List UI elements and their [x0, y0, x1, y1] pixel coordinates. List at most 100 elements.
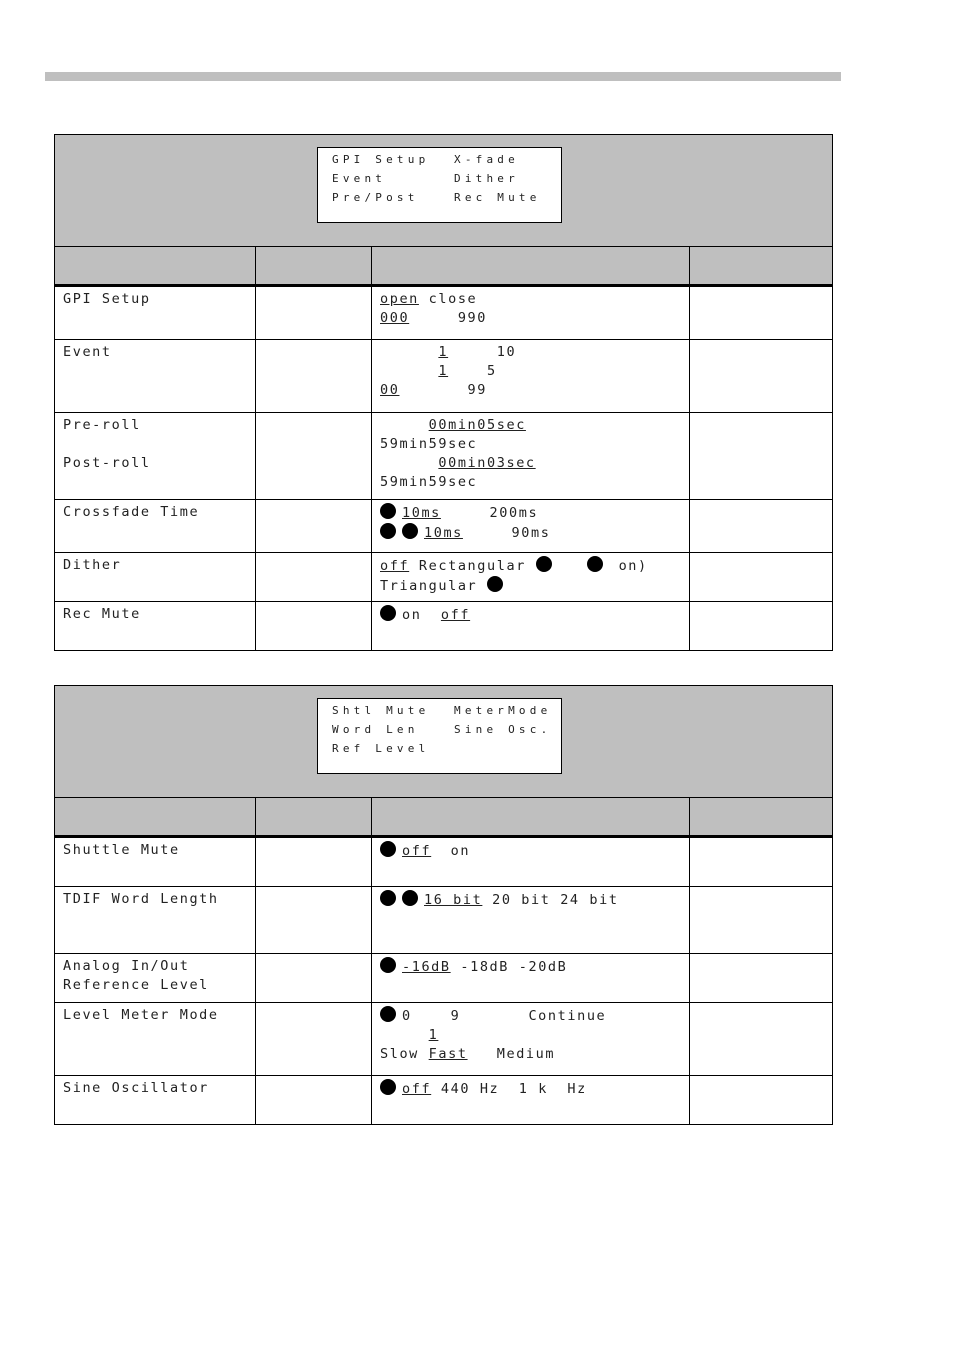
parameter-values: open close 000 990	[372, 287, 690, 339]
default-value: 1	[438, 344, 449, 360]
empty-cell	[256, 602, 372, 650]
value-line: 16 bit 20 bit 24 bit	[380, 890, 681, 910]
bullet-icon	[380, 503, 396, 519]
option-value: 440 Hz 1 k Hz	[431, 1081, 587, 1097]
default-value: off	[402, 1081, 432, 1097]
empty-cell	[256, 340, 372, 412]
parameter-name: Rec Mute	[55, 602, 256, 650]
value-line: 10ms 200ms	[380, 503, 681, 523]
lcd-menu-item: Rec Mute	[454, 191, 541, 204]
parameter-values: off Rectangular on) Triangular	[372, 553, 690, 601]
value-line: open close	[380, 290, 681, 309]
default-value: 10ms	[402, 505, 441, 521]
value-line: 00min05sec	[380, 416, 681, 435]
option-value	[380, 455, 438, 471]
table-row: Rec Mute on off	[55, 601, 832, 650]
default-value: 00min05sec	[428, 417, 526, 433]
lcd-menu-item: Event	[332, 172, 387, 185]
empty-cell	[690, 838, 830, 886]
lcd-menu-item: Dither	[454, 172, 519, 185]
lcd-line: Pre/Post Rec Mute	[332, 188, 561, 207]
value-line: 000 990	[380, 309, 681, 328]
table-row: Crossfade Time 10ms 200ms 10ms 90ms	[55, 499, 832, 552]
parameter-values: 00min05sec 59min59sec 00min03sec 59min59se…	[372, 413, 690, 499]
empty-cell	[256, 287, 372, 339]
value-line: 10ms 90ms	[380, 523, 681, 543]
parameter-name: Crossfade Time	[55, 500, 256, 552]
empty-cell	[256, 887, 372, 953]
option-value: 5	[448, 363, 497, 379]
panel-header: GPI Setup X-fade Event Dither Pre/Post Rec Mu…	[55, 135, 832, 247]
table-body: GPI Setup open close 000 990 Event 1 10 1 5…	[55, 287, 832, 650]
value-line: Slow Fast Medium	[380, 1045, 681, 1064]
option-value: on)	[608, 558, 648, 574]
lcd-menu-item: MeterMode	[454, 704, 552, 717]
parameter-name: Level Meter Mode	[55, 1003, 256, 1075]
settings-table-2: Shtl Mute MeterMode Word Len Sine Osc. Ref L…	[54, 685, 833, 1125]
parameter-name: Pre-roll Post-roll	[55, 413, 256, 499]
default-value: 1	[428, 1027, 439, 1043]
lcd-menu-item: Word Len	[332, 723, 419, 736]
table-row: Level Meter Mode 0 9 Continue 1 Slow Fast …	[55, 1002, 832, 1075]
value-line: 00min03sec	[380, 454, 681, 473]
settings-table-1: GPI Setup X-fade Event Dither Pre/Post Rec Mu…	[54, 134, 833, 651]
default-value: 16 bit	[424, 892, 483, 908]
bullet-icon	[380, 1006, 396, 1022]
value-line: 1 5	[380, 362, 681, 381]
lcd-menu-item: GPI Setup	[332, 153, 430, 166]
default-value: off	[402, 843, 432, 859]
parameter-name: Event	[55, 340, 256, 412]
option-value	[380, 417, 429, 433]
table-row: Dither off Rectangular on) Triangular	[55, 552, 832, 601]
parameter-values: 16 bit 20 bit 24 bit	[372, 887, 690, 953]
value-line: off on	[380, 841, 681, 861]
empty-cell	[690, 340, 830, 412]
empty-cell	[256, 1076, 372, 1124]
option-value: Medium	[467, 1046, 556, 1062]
parameter-values: off on	[372, 838, 690, 886]
default-value: off	[440, 607, 471, 623]
empty-cell	[256, 553, 372, 601]
value-line: 1	[380, 1026, 681, 1045]
option-value: Slow	[380, 1046, 429, 1062]
value-line: -16dB -18dB -20dB	[380, 957, 681, 977]
bullet-icon	[380, 957, 396, 973]
table-row: GPI Setup open close 000 990	[55, 287, 832, 339]
lcd-menu-item: Pre/Post	[332, 191, 419, 204]
empty-cell	[256, 500, 372, 552]
value-line: 1 10	[380, 343, 681, 362]
table-header-row	[55, 798, 832, 838]
lcd-menu-item: Sine Osc.	[454, 723, 552, 736]
parameter-name: Dither	[55, 553, 256, 601]
bullet-icon	[380, 890, 396, 906]
option-value: 59min59sec	[380, 474, 478, 490]
parameter-name: GPI Setup	[55, 287, 256, 339]
parameter-name: TDIF Word Length	[55, 887, 256, 953]
table-row: Shuttle Mute off on	[55, 838, 832, 886]
empty-cell	[690, 287, 830, 339]
table-row: Event 1 10 1 5 00 99	[55, 339, 832, 412]
empty-cell	[256, 954, 372, 1002]
bullet-icon	[586, 556, 603, 572]
option-value: on	[431, 843, 471, 859]
option-value: 59min59sec	[380, 436, 478, 452]
table-header-row	[55, 247, 832, 287]
empty-cell	[690, 500, 830, 552]
parameter-values: 1 10 1 5 00 99	[372, 340, 690, 412]
lcd-menu-item: Shtl Mute	[332, 704, 430, 717]
option-value: 90ms	[462, 525, 551, 541]
page-header-bar	[45, 72, 841, 81]
empty-cell	[256, 1003, 372, 1075]
parameter-values: 0 9 Continue 1 Slow Fast Medium	[372, 1003, 690, 1075]
empty-cell	[690, 954, 830, 1002]
bullet-icon	[380, 1079, 396, 1095]
default-value: 1	[438, 363, 449, 379]
bullet-icon	[487, 576, 504, 592]
option-value: -18dB -20dB	[450, 959, 568, 975]
lcd-line: Word Len Sine Osc.	[332, 720, 561, 739]
option-value	[558, 558, 587, 574]
option-value	[380, 1027, 429, 1043]
option-value: 20 bit 24 bit	[482, 892, 619, 908]
bullet-icon	[380, 841, 396, 857]
option-value	[380, 363, 438, 379]
